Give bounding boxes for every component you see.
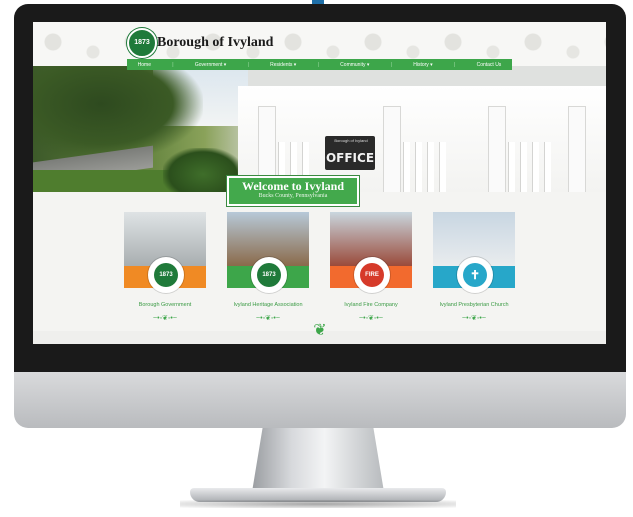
heritage-seal-icon: 1873 xyxy=(251,257,287,293)
porch-rail xyxy=(508,142,515,192)
main-nav: Home | Government ▾ | Residents ▾ | Comm… xyxy=(127,59,512,70)
site-title[interactable]: Borough of Ivyland xyxy=(157,35,273,51)
flourish-divider-icon: ~•◦❦◦•~ xyxy=(359,315,383,322)
flourish-divider-icon: ~•◦❦◦•~ xyxy=(462,315,486,322)
monitor-shadow xyxy=(180,500,456,508)
porch-rail xyxy=(403,142,410,192)
monitor-stand xyxy=(252,428,384,492)
nav-separator: | xyxy=(172,61,174,68)
card-heritage-association[interactable]: 1873 xyxy=(227,212,309,294)
porch-rail xyxy=(427,142,434,192)
seal-text: 1873 xyxy=(154,263,178,287)
porch-rail xyxy=(439,142,446,192)
nav-item-residents[interactable]: Residents ▾ xyxy=(270,62,296,68)
borough-seal-icon: 1873 xyxy=(148,257,184,293)
nav-separator: | xyxy=(453,61,456,68)
card-label-borough-government[interactable]: Borough Government xyxy=(110,302,220,308)
welcome-banner: Welcome to Ivyland Bucks County, Pennsyl… xyxy=(227,176,359,206)
nav-separator: | xyxy=(317,61,319,68)
welcome-title: Welcome to Ivyland xyxy=(242,179,344,193)
porch-rail xyxy=(544,142,551,192)
hero-tree xyxy=(33,66,203,161)
card-presbyterian-church[interactable]: ✝ xyxy=(433,212,515,294)
seal-text: 1873 xyxy=(257,263,281,287)
nav-separator: | xyxy=(247,61,249,68)
nav-separator: | xyxy=(390,61,392,68)
website-screen: 1873 Borough of Ivyland OFFICE Borough o… xyxy=(33,22,606,344)
card-borough-government[interactable]: 1873 xyxy=(124,212,206,294)
porch-post xyxy=(488,106,506,192)
card-label-fire-company[interactable]: Ivyland Fire Company xyxy=(316,302,426,308)
office-sign-text: OFFICE xyxy=(325,151,375,165)
porch-rail xyxy=(532,142,539,192)
welcome-subtitle: Bucks County, Pennsylvania xyxy=(258,193,328,199)
seal-text: ✝ xyxy=(463,263,487,287)
hero-lawn xyxy=(33,170,183,192)
porch-post xyxy=(383,106,401,192)
flourish-divider-icon: ~•◦❦◦•~ xyxy=(256,315,280,322)
office-sign-subtext: Borough of Ivyland xyxy=(334,138,368,143)
nav-item-government[interactable]: Government ▾ xyxy=(195,62,226,68)
fire-company-badge-icon: FIRE xyxy=(354,257,390,293)
nav-item-home[interactable]: Home xyxy=(138,62,151,68)
porch-rail xyxy=(520,142,527,192)
porch-rail xyxy=(415,142,422,192)
ivy-leaf-icon: ❦ xyxy=(313,322,327,339)
nav-item-community[interactable]: Community ▾ xyxy=(340,62,369,68)
hero-banner: OFFICE Borough of Ivyland xyxy=(33,66,606,192)
porch-post xyxy=(568,106,586,192)
card-label-presbyterian-church[interactable]: Ivyland Presbyterian Church xyxy=(419,302,529,308)
monitor-chin xyxy=(14,372,626,428)
nav-item-contact[interactable]: Contact Us xyxy=(477,62,502,68)
church-cross-icon: ✝ xyxy=(457,257,493,293)
site-logo[interactable]: 1873 xyxy=(127,28,157,58)
card-label-heritage-association[interactable]: Ivyland Heritage Association xyxy=(213,302,323,308)
card-fire-company[interactable]: FIRE xyxy=(330,212,412,294)
flourish-divider-icon: ~•◦❦◦•~ xyxy=(153,315,177,322)
nav-item-history[interactable]: History ▾ xyxy=(413,62,432,68)
seal-text: FIRE xyxy=(360,263,384,287)
